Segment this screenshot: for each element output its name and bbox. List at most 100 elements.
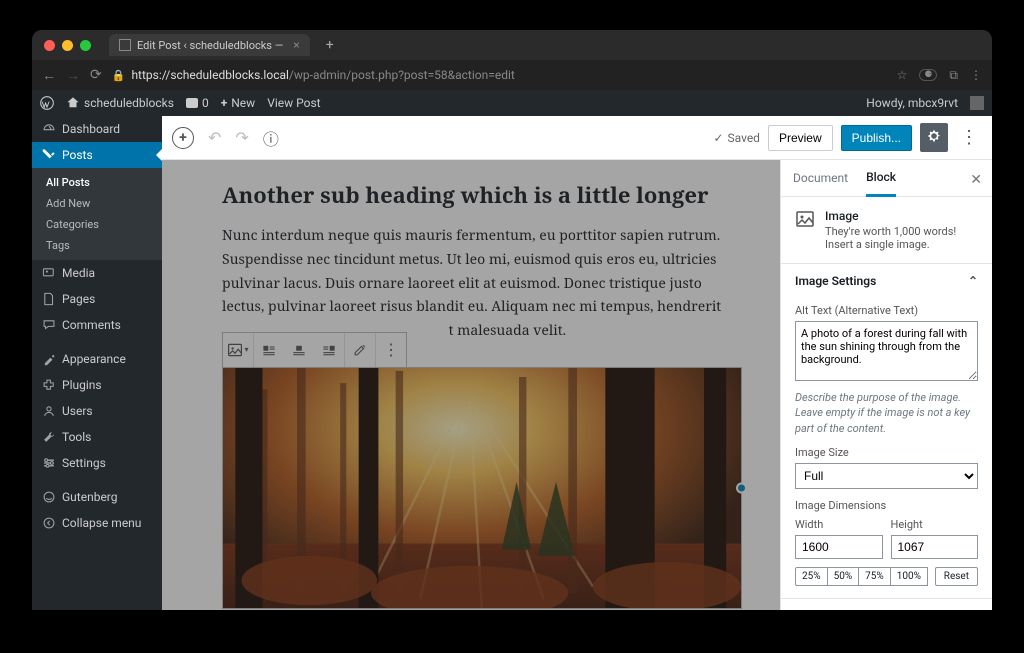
undo-button[interactable]: ↶ xyxy=(208,128,221,147)
browser-menu-icon[interactable]: ⋮ xyxy=(970,68,982,82)
titlebar: Edit Post ‹ scheduledblocks — × + xyxy=(32,30,992,60)
avatar[interactable] xyxy=(970,96,984,110)
url-path: /wp-admin/post.php?post=58&action=edit xyxy=(289,68,515,82)
image-dimensions-label: Image Dimensions xyxy=(795,499,978,512)
submenu-posts: All Posts Add New Categories Tags xyxy=(32,168,162,260)
image-size-select[interactable]: Full xyxy=(795,463,978,489)
menu-dashboard-label: Dashboard xyxy=(62,122,120,136)
url-bar: ← → ⟳ 🔒 https://scheduledblocks.local/wp… xyxy=(32,60,992,90)
align-left-button[interactable] xyxy=(254,333,284,367)
post-paragraph-tail[interactable]: t malesuada velit. xyxy=(449,321,567,340)
link-settings-label: Link Settings xyxy=(795,609,865,610)
image-block[interactable]: ▾ ⋮ xyxy=(222,367,742,609)
block-more-button[interactable]: ⋮ xyxy=(376,333,406,367)
collapse-label: Collapse menu xyxy=(62,516,141,530)
menu-plugins[interactable]: Plugins xyxy=(32,372,162,398)
browser-window: Edit Post ‹ scheduledblocks — × + ← → ⟳ … xyxy=(32,30,992,610)
pct-75-button[interactable]: 75% xyxy=(858,567,891,586)
close-window-button[interactable] xyxy=(44,40,55,51)
menu-appearance-label: Appearance xyxy=(62,352,126,366)
menu-gutenberg[interactable]: Gutenberg xyxy=(32,484,162,510)
redo-button[interactable]: ↷ xyxy=(235,128,248,147)
height-label: Height xyxy=(891,518,979,531)
submenu-add-new[interactable]: Add New xyxy=(32,193,162,214)
post-paragraph[interactable]: Nunc interdum neque quis mauris fermentu… xyxy=(222,226,721,316)
reset-dimensions-button[interactable]: Reset xyxy=(935,567,978,586)
menu-media[interactable]: Media xyxy=(32,260,162,286)
chevron-up-icon: ⌃ xyxy=(968,274,978,288)
menu-posts[interactable]: Posts xyxy=(32,142,162,168)
forest-image[interactable] xyxy=(223,368,741,608)
admin-sidebar: Dashboard Posts All Posts Add New Catego… xyxy=(32,116,162,610)
menu-posts-label: Posts xyxy=(62,148,93,162)
publish-button[interactable]: Publish... xyxy=(841,125,912,151)
block-description: They're worth 1,000 words! Insert a sing… xyxy=(825,225,978,251)
image-settings-toggle[interactable]: Image Settings ⌃ xyxy=(781,264,992,298)
menu-users[interactable]: Users xyxy=(32,398,162,424)
editor-canvas[interactable]: Another sub heading which is a little lo… xyxy=(162,160,780,610)
menu-appearance[interactable]: Appearance xyxy=(32,346,162,372)
post-heading[interactable]: Another sub heading which is a little lo… xyxy=(222,180,742,210)
height-input[interactable] xyxy=(891,535,979,559)
howdy-text[interactable]: Howdy, mbcx9rvt xyxy=(866,96,958,110)
menu-comments[interactable]: Comments xyxy=(32,312,162,338)
menu-tools[interactable]: Tools xyxy=(32,424,162,450)
block-toolbar: ▾ ⋮ xyxy=(222,332,407,368)
alt-text-input[interactable]: A photo of a forest during fall with the… xyxy=(795,321,978,381)
pct-25-button[interactable]: 25% xyxy=(795,567,828,586)
address-bar[interactable]: 🔒 https://scheduledblocks.local/wp-admin… xyxy=(112,68,887,82)
settings-gear-button[interactable] xyxy=(920,123,948,152)
incognito-icon: ⚈ xyxy=(919,69,937,81)
alt-text-label: Alt Text (Alternative Text) xyxy=(795,304,978,317)
image-block-icon xyxy=(795,209,815,229)
resize-handle[interactable] xyxy=(736,482,747,493)
comments-link[interactable]: 0 xyxy=(186,96,209,110)
pct-100-button[interactable]: 100% xyxy=(890,567,928,586)
menu-settings[interactable]: Settings xyxy=(32,450,162,476)
menu-dashboard[interactable]: Dashboard xyxy=(32,116,162,142)
width-input[interactable] xyxy=(795,535,883,559)
block-type-button[interactable]: ▾ xyxy=(223,333,253,367)
align-center-button[interactable] xyxy=(284,333,314,367)
menu-pages[interactable]: Pages xyxy=(32,286,162,312)
collapse-menu[interactable]: Collapse menu xyxy=(32,510,162,536)
maximize-window-button[interactable] xyxy=(80,40,91,51)
block-settings-panel: Document Block ✕ Image They're worth 1,0… xyxy=(780,160,992,610)
submenu-tags[interactable]: Tags xyxy=(32,235,162,256)
content-info-button[interactable]: ⓘ xyxy=(263,126,279,150)
more-options-button[interactable]: ⋮ xyxy=(956,127,982,148)
edit-image-button[interactable] xyxy=(345,333,375,367)
image-size-label: Image Size xyxy=(795,446,978,459)
tab-block[interactable]: Block xyxy=(866,160,896,197)
reload-button[interactable]: ⟳ xyxy=(90,67,102,83)
tab-document[interactable]: Document xyxy=(793,161,848,195)
forward-button[interactable]: → xyxy=(66,67,80,84)
minimize-window-button[interactable] xyxy=(62,40,73,51)
tab-title: Edit Post ‹ scheduledblocks — xyxy=(137,39,283,52)
align-right-button[interactable] xyxy=(314,333,344,367)
menu-pages-label: Pages xyxy=(62,292,95,306)
site-name: scheduledblocks xyxy=(84,96,174,110)
extension-icon[interactable]: ⧉ xyxy=(949,68,958,83)
close-tab-icon[interactable]: × xyxy=(293,38,299,52)
wp-logo[interactable] xyxy=(40,96,54,110)
bookmark-star-icon[interactable]: ☆ xyxy=(897,68,908,82)
submenu-categories[interactable]: Categories xyxy=(32,214,162,235)
new-content-button[interactable]: +New xyxy=(221,96,256,110)
browser-tab[interactable]: Edit Post ‹ scheduledblocks — × xyxy=(109,34,310,56)
comments-count: 0 xyxy=(202,96,209,110)
submenu-all-posts[interactable]: All Posts xyxy=(32,172,162,193)
link-settings-toggle[interactable]: Link Settings ⌄ xyxy=(781,599,992,610)
menu-plugins-label: Plugins xyxy=(62,378,102,392)
view-post-link[interactable]: View Post xyxy=(267,96,320,110)
page-icon xyxy=(119,39,131,51)
close-panel-button[interactable]: ✕ xyxy=(970,172,982,188)
chevron-down-icon: ⌄ xyxy=(968,609,978,610)
preview-button[interactable]: Preview xyxy=(768,125,833,151)
new-tab-button[interactable]: + xyxy=(326,37,334,53)
site-link[interactable]: scheduledblocks xyxy=(66,96,174,110)
pct-50-button[interactable]: 50% xyxy=(827,567,860,586)
back-button[interactable]: ← xyxy=(42,67,56,84)
insert-block-button[interactable]: + xyxy=(172,127,194,149)
url-host: https://scheduledblocks.local xyxy=(131,68,288,82)
